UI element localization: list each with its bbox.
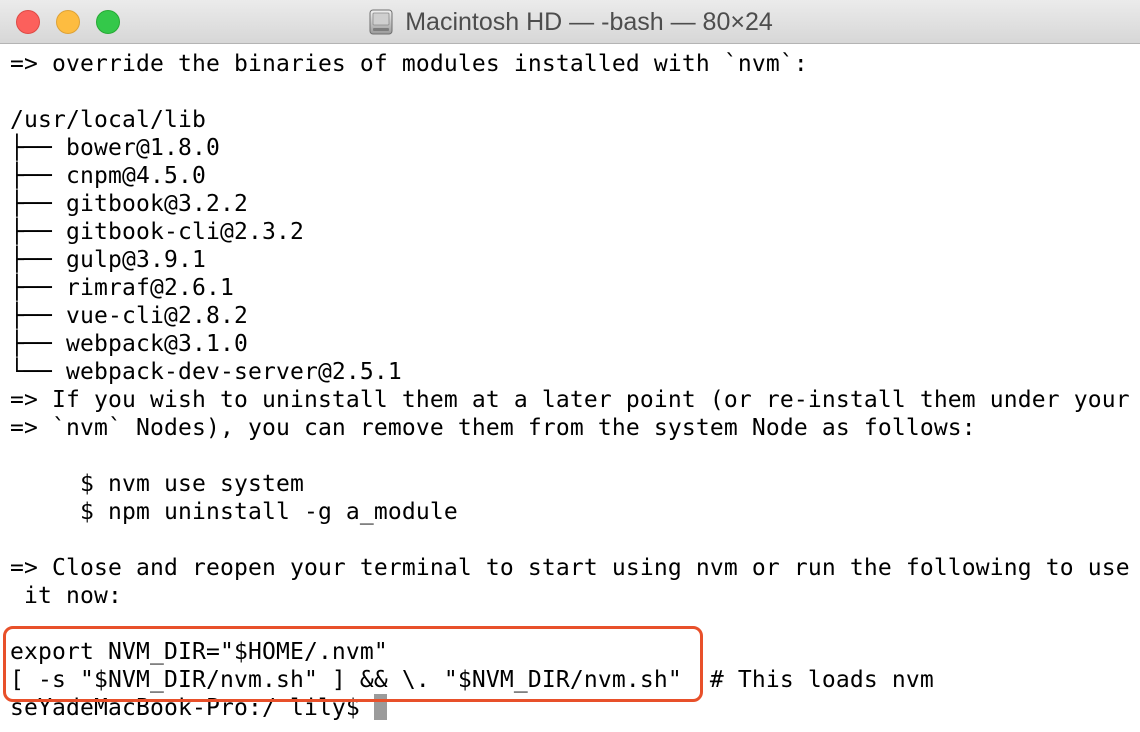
window-title: Macintosh HD — -bash — 80×24 xyxy=(405,7,773,36)
terminal-line: ├── vue-cli@2.8.2 xyxy=(10,303,248,329)
window-title-group: Macintosh HD — -bash — 80×24 xyxy=(0,0,1140,44)
terminal-line: ├── gulp@3.9.1 xyxy=(10,247,206,273)
terminal-line: [ -s "$NVM_DIR/nvm.sh" ] && \. "$NVM_DIR… xyxy=(10,667,934,693)
terminal-line: => `nvm` Nodes), you can remove them fro… xyxy=(10,415,976,441)
terminal-line: ├── bower@1.8.0 xyxy=(10,135,220,161)
terminal-line: => If you wish to uninstall them at a la… xyxy=(10,387,1130,413)
terminal-window: Macintosh HD — -bash — 80×24 => override… xyxy=(0,0,1140,732)
terminal-line: /usr/local/lib xyxy=(10,107,206,133)
terminal-lines: => override the binaries of modules inst… xyxy=(10,50,1130,722)
prompt-line[interactable]: seYadeMacBook-Pro:/ lily$ xyxy=(10,694,1130,722)
terminal-line: ├── gitbook-cli@2.3.2 xyxy=(10,219,304,245)
hard-disk-icon xyxy=(369,9,393,35)
terminal-line: ├── cnpm@4.5.0 xyxy=(10,163,206,189)
terminal-line: ├── webpack@3.1.0 xyxy=(10,331,248,357)
terminal-output[interactable]: => override the binaries of modules inst… xyxy=(0,44,1140,732)
text-cursor xyxy=(373,694,387,720)
terminal-line: └── webpack-dev-server@2.5.1 xyxy=(10,359,402,385)
terminal-line: $ nvm use system xyxy=(10,471,304,497)
terminal-line: $ npm uninstall -g a_module xyxy=(10,499,458,525)
terminal-line: ├── rimraf@2.6.1 xyxy=(10,275,234,301)
terminal-line: => override the binaries of modules inst… xyxy=(10,51,808,77)
shell-prompt: seYadeMacBook-Pro:/ lily$ xyxy=(10,695,374,721)
title-bar[interactable]: Macintosh HD — -bash — 80×24 xyxy=(0,0,1140,44)
terminal-line: export NVM_DIR="$HOME/.nvm" xyxy=(10,639,388,665)
terminal-line: => Close and reopen your terminal to sta… xyxy=(10,555,1130,581)
terminal-line: it now: xyxy=(10,583,122,609)
terminal-line: ├── gitbook@3.2.2 xyxy=(10,191,248,217)
